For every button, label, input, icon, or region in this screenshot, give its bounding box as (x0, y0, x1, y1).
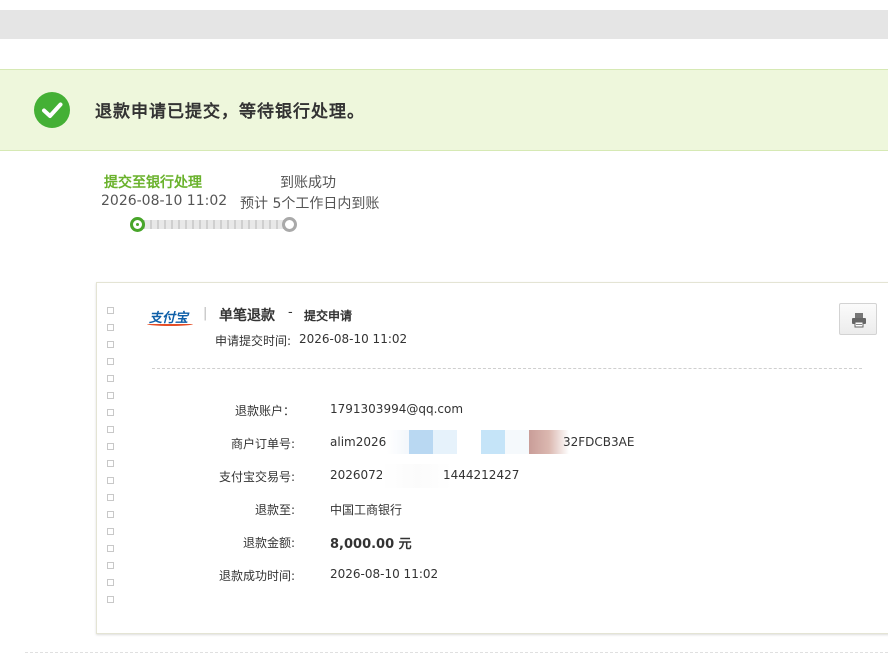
title-dash: - (288, 305, 293, 320)
refund-amount-label: 退款金额: (242, 536, 295, 550)
top-gray-bar (0, 10, 888, 39)
card-subtitle: 提交申请 (304, 309, 353, 323)
step-2-note: 预计 5个工作日内到账 (240, 196, 380, 212)
alipay-logo-swoosh (147, 322, 193, 326)
redaction-blur (505, 430, 529, 454)
progress-node-current (130, 217, 145, 232)
alipay-trade-prefix: 2026072 (330, 468, 384, 482)
submit-time-label: 申请提交时间: (215, 334, 292, 348)
print-button[interactable] (839, 303, 877, 335)
success-message: 退款申请已提交，等待银行处理。 (95, 102, 365, 122)
title-separator: | (203, 306, 208, 321)
dashed-divider (152, 368, 862, 369)
progress-node-pending (282, 217, 297, 232)
step-1-title: 提交至银行处理 (104, 175, 202, 191)
bottom-dashed-line (25, 652, 888, 653)
merchant-order-suffix: 32FDCB3AE (563, 435, 635, 449)
redaction-blur (409, 430, 433, 454)
step-1-time: 2026-08-10 11:02 (101, 193, 228, 209)
redaction-blur (382, 464, 452, 488)
step-2-title: 到账成功 (280, 175, 336, 191)
alipay-trade-suffix: 1444212427 (443, 468, 520, 482)
refund-success-time-value: 2026-08-10 11:02 (330, 567, 439, 581)
refund-to-label: 退款至: (254, 503, 295, 517)
redaction-blur (481, 430, 505, 454)
refund-receipt-card: 支付宝 | 单笔退款 - 提交申请 申请提交时间: 2026-08-10 11:… (96, 282, 888, 634)
refund-account-label: 退款账户： (234, 404, 295, 418)
refund-amount-value: 8,000.00 元 (330, 537, 412, 552)
printer-icon (852, 313, 866, 328)
alipay-trade-label: 支付宝交易号: (218, 470, 295, 484)
check-circle-icon (34, 92, 70, 128)
success-banner: 退款申请已提交，等待银行处理。 (0, 69, 888, 151)
binder-holes (107, 307, 115, 613)
progress-track (138, 220, 290, 229)
refund-success-time-label: 退款成功时间: (218, 569, 295, 583)
card-title: 单笔退款 (219, 308, 275, 324)
refund-to-value: 中国工商银行 (330, 503, 403, 517)
merchant-order-label: 商户订单号: (230, 437, 295, 451)
submit-time-value: 2026-08-10 11:02 (299, 332, 408, 346)
redaction-blur (433, 430, 457, 454)
refund-account-value: 1791303994@qq.com (330, 402, 464, 416)
